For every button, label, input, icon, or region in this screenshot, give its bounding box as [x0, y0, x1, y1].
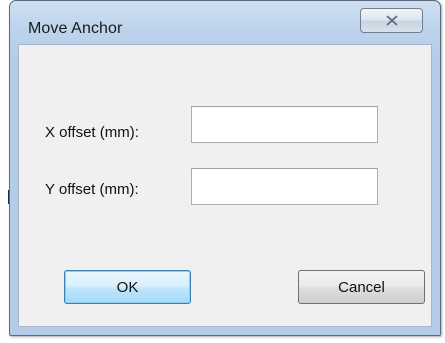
cancel-button[interactable]: Cancel	[298, 270, 425, 304]
x-offset-label: X offset (mm):	[45, 124, 139, 141]
ok-button[interactable]: OK	[64, 270, 191, 304]
dialog-content: X offset (mm): Y offset (mm): OK Cancel	[18, 44, 432, 327]
move-anchor-dialog: Move Anchor X offset (mm): Y offset (mm)…	[9, 0, 441, 336]
dialog-title: Move Anchor	[28, 20, 123, 37]
y-offset-label: Y offset (mm):	[45, 181, 139, 198]
y-offset-input[interactable]	[191, 168, 378, 205]
close-icon	[386, 15, 397, 26]
close-button[interactable]	[360, 8, 423, 33]
x-offset-input[interactable]	[191, 106, 378, 143]
